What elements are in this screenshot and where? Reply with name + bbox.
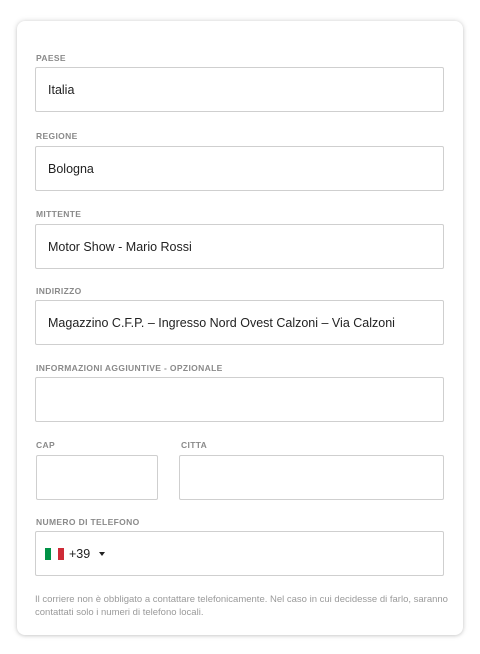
extra-info-field[interactable]: [35, 377, 444, 422]
sender-field[interactable]: Motor Show - Mario Rossi: [35, 224, 444, 269]
country-value: Italia: [48, 82, 75, 97]
city-field[interactable]: [179, 455, 444, 500]
sender-label: MITTENTE: [36, 209, 82, 219]
country-field[interactable]: Italia: [35, 67, 444, 112]
chevron-down-icon: [99, 551, 106, 556]
sender-value: Motor Show - Mario Rossi: [48, 239, 192, 254]
phone-label: NUMERO DI TELEFONO: [36, 517, 140, 527]
italy-flag-icon: [45, 547, 64, 560]
phone-prefix-value: +39: [69, 546, 91, 561]
phone-field[interactable]: +39: [35, 531, 444, 576]
extra-info-label: INFORMAZIONI AGGIUNTIVE - OPZIONALE: [36, 363, 223, 373]
address-field[interactable]: Magazzino C.F.P. – Ingresso Nord Ovest C…: [35, 300, 444, 345]
region-label: REGIONE: [36, 131, 78, 141]
zip-field[interactable]: [36, 455, 158, 500]
region-field[interactable]: Bologna: [35, 146, 444, 191]
region-value: Bologna: [48, 161, 94, 176]
city-label: CITTA: [181, 440, 208, 450]
address-value: Magazzino C.F.P. – Ingresso Nord Ovest C…: [48, 315, 395, 330]
country-label: PAESE: [36, 53, 66, 63]
address-label: INDIRIZZO: [36, 286, 82, 296]
phone-country-selector[interactable]: +39: [45, 546, 106, 561]
phone-note: Il corriere non è obbligato a contattare…: [35, 594, 448, 618]
zip-label: CAP: [36, 440, 55, 450]
